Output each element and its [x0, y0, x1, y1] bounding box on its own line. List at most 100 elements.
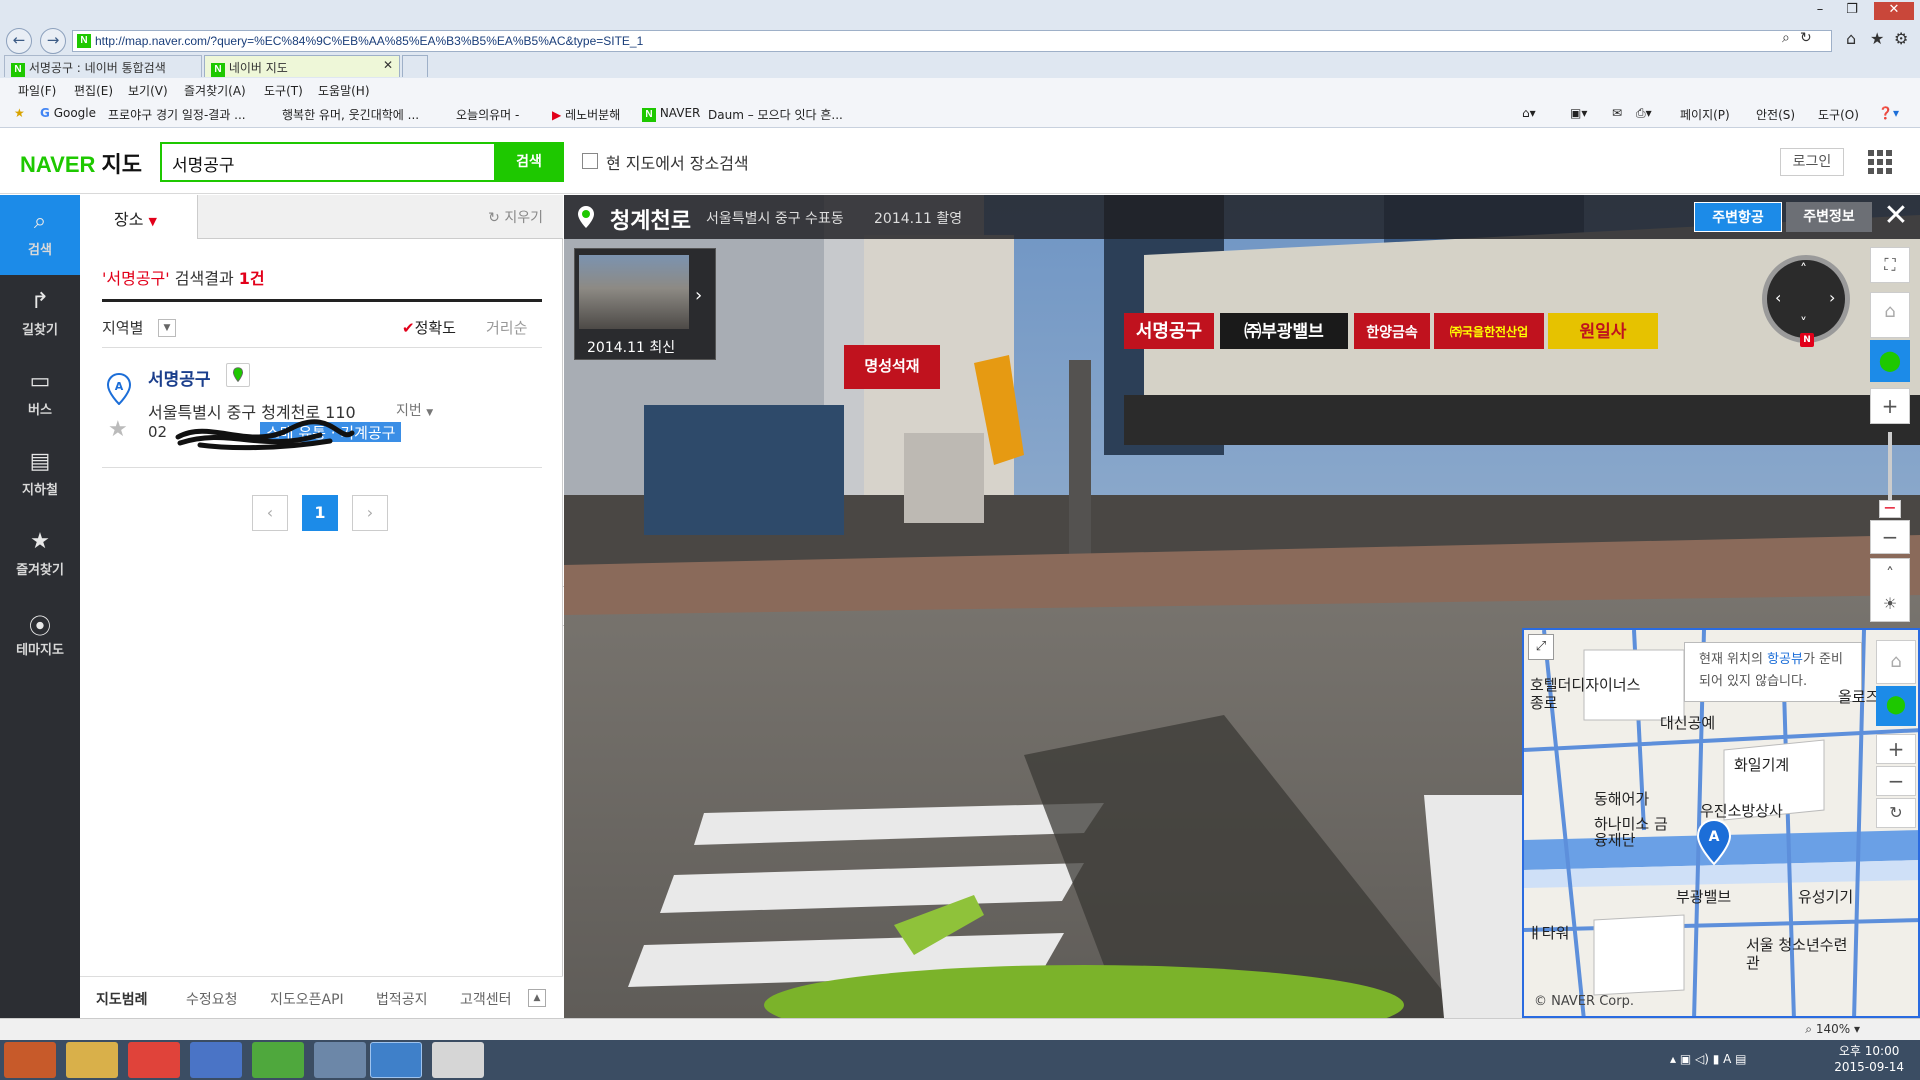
- minimap-sync-icon[interactable]: ↻: [1876, 798, 1916, 828]
- fav-todayhumor[interactable]: 오늘의유머 -: [456, 106, 519, 123]
- footer-expand-icon[interactable]: ▲: [528, 989, 546, 1007]
- close-panorama-icon[interactable]: ✕: [1878, 199, 1914, 235]
- footer-edit-request[interactable]: 수정요청: [186, 989, 238, 1009]
- result-marker-a-icon[interactable]: A: [106, 373, 132, 405]
- tray-icons[interactable]: ▴ ▣ ◁) ▮ A ▤: [1670, 1052, 1747, 1066]
- pan-right-icon[interactable]: ›: [1829, 288, 1835, 307]
- mail-icon[interactable]: ✉: [1612, 106, 1622, 120]
- minimap-zoom-in-icon[interactable]: +: [1876, 734, 1916, 764]
- internet-explorer-icon[interactable]: [370, 1042, 422, 1078]
- tab-naver-map[interactable]: N 네이버 지도 ✕: [204, 55, 400, 77]
- aerial-mode-icon[interactable]: ⌂: [1870, 292, 1910, 338]
- cmd-page[interactable]: 페이지(P): [1680, 106, 1730, 123]
- home-cmd-icon[interactable]: ⌂▾: [1522, 106, 1536, 120]
- minimize-button[interactable]: –: [1806, 2, 1834, 20]
- panorama-history-thumbnail[interactable]: 2014.11 최신 ›: [574, 248, 716, 360]
- fav-google[interactable]: G Google: [40, 106, 96, 120]
- address-bar[interactable]: N http://map.naver.com/?query=%EC%84%9C%…: [72, 30, 1832, 52]
- chevron-right-icon[interactable]: ›: [695, 285, 702, 306]
- start-button-icon[interactable]: [4, 1042, 56, 1078]
- fav-humor[interactable]: 행복한 유머, 웃긴대학에 ...: [282, 106, 419, 123]
- home-icon[interactable]: ⌂: [1846, 29, 1856, 48]
- print-icon[interactable]: ⎙▾: [1636, 106, 1652, 121]
- back-button[interactable]: ←: [6, 28, 32, 54]
- search-in-map-checkbox[interactable]: [582, 153, 598, 169]
- fav-baseball[interactable]: 프로야구 경기 일정-결과 ...: [108, 106, 246, 123]
- minimap-zoom-out-icon[interactable]: −: [1876, 766, 1916, 796]
- nav-favorites[interactable]: ★ 즐겨찾기: [0, 515, 80, 595]
- refresh-icon[interactable]: ↻: [1800, 30, 1812, 46]
- fav-daum[interactable]: Daum – 모으다 잇다 흔...: [708, 106, 843, 123]
- note-aerial-link[interactable]: 항공뷰: [1767, 652, 1803, 667]
- search-input[interactable]: 서명공구: [160, 142, 494, 182]
- pan-up-icon[interactable]: ˄: [1800, 262, 1807, 278]
- search-button[interactable]: 검색: [494, 142, 564, 182]
- fullscreen-icon[interactable]: ⛶: [1870, 247, 1910, 283]
- restore-button[interactable]: ❐: [1838, 2, 1866, 20]
- tab-search-results[interactable]: N 서명공구 : 네이버 통합검색: [4, 55, 202, 77]
- page-1-button[interactable]: 1: [302, 495, 338, 531]
- nav-bus[interactable]: ▭ 버스: [0, 355, 80, 435]
- menu-view[interactable]: 보기(V): [128, 82, 168, 99]
- app-icon[interactable]: [432, 1042, 484, 1078]
- minimap-expand-icon[interactable]: ⤢: [1528, 634, 1554, 660]
- apps-grid-icon[interactable]: [1868, 150, 1892, 174]
- view-direction-compass[interactable]: ˄ ˅ ‹ ›: [1762, 255, 1850, 343]
- minimap[interactable]: ⤢ 현재 위치의 항공뷰가 준비되어 있지 않습니다. 호텔더디자이너스 종로 …: [1522, 628, 1920, 1018]
- close-tab-icon[interactable]: ✕: [383, 58, 393, 72]
- menu-favorites[interactable]: 즐겨찾기(A): [184, 82, 246, 99]
- fav-lenovo[interactable]: ▶ 레노버분해: [552, 106, 620, 123]
- sort-accuracy[interactable]: ✔정확도: [402, 317, 456, 338]
- login-button[interactable]: 로그인: [1780, 148, 1844, 176]
- favorites-bar-star-icon[interactable]: ★: [14, 106, 25, 120]
- app-icon[interactable]: [314, 1042, 366, 1078]
- zoom-out-icon[interactable]: −: [1870, 520, 1910, 554]
- nav-subway[interactable]: ▤ 지하철: [0, 435, 80, 515]
- forward-button[interactable]: →: [40, 28, 66, 54]
- pan-down-icon[interactable]: ˅: [1800, 316, 1807, 332]
- street-view-badge-icon[interactable]: [226, 363, 250, 387]
- app-icon[interactable]: [128, 1042, 180, 1078]
- cmd-safety[interactable]: 안전(S): [1756, 106, 1795, 123]
- menu-file[interactable]: 파일(F): [18, 82, 56, 99]
- sort-distance[interactable]: 거리순: [486, 317, 527, 338]
- zoom-handle[interactable]: −: [1879, 500, 1901, 518]
- place-name-link[interactable]: 서명공구: [148, 365, 211, 390]
- pan-left-icon[interactable]: ‹: [1775, 288, 1781, 307]
- menu-edit[interactable]: 편집(E): [74, 82, 113, 99]
- footer-open-api[interactable]: 지도오픈API: [270, 989, 344, 1009]
- jibun-toggle[interactable]: 지번 ▼: [396, 400, 433, 420]
- save-favorite-star-icon[interactable]: ★: [108, 417, 128, 442]
- window-close-button[interactable]: ✕: [1874, 2, 1914, 20]
- menu-help[interactable]: 도움말(H): [318, 82, 370, 99]
- minimap-aerial-icon[interactable]: ⌂: [1876, 640, 1916, 684]
- fav-naver[interactable]: N NAVER: [642, 106, 700, 122]
- naver-map-logo[interactable]: NAVER 지도: [20, 147, 142, 179]
- help-icon[interactable]: ❓▾: [1878, 106, 1899, 120]
- nearby-aerial-button[interactable]: 주변항공: [1694, 202, 1782, 232]
- nav-theme-map[interactable]: ⦿ 테마지도: [0, 595, 80, 675]
- file-explorer-icon[interactable]: [66, 1042, 118, 1078]
- new-tab-button[interactable]: [402, 55, 428, 77]
- clock[interactable]: 오후 10:00 2015-09-14: [1834, 1043, 1904, 1075]
- street-view-mode-icon[interactable]: ⬤: [1870, 340, 1910, 382]
- brightness-tool-icon[interactable]: ˄ ☀: [1870, 558, 1910, 622]
- app-icon[interactable]: [190, 1042, 242, 1078]
- footer-legend[interactable]: 지도범례: [96, 989, 148, 1009]
- favorites-star-icon[interactable]: ★: [1870, 29, 1884, 48]
- minimap-streetview-icon[interactable]: ⬤: [1876, 686, 1916, 726]
- region-dropdown-button[interactable]: ▼: [158, 319, 176, 337]
- tab-place[interactable]: 장소 ▼: [80, 195, 198, 239]
- utorrent-icon[interactable]: [252, 1042, 304, 1078]
- zoom-level[interactable]: ⌕ 140% ▾: [1805, 1022, 1860, 1037]
- prev-page-button[interactable]: ‹: [252, 495, 288, 531]
- menu-tools[interactable]: 도구(T): [264, 82, 303, 99]
- footer-support[interactable]: 고객센터: [460, 989, 512, 1009]
- zoom-slider[interactable]: [1888, 432, 1892, 504]
- nav-search[interactable]: ⌕ 검색: [0, 195, 80, 275]
- search-icon[interactable]: ⌕: [1782, 30, 1790, 46]
- next-page-button[interactable]: ›: [352, 495, 388, 531]
- cmd-tools[interactable]: 도구(O): [1818, 106, 1859, 123]
- settings-gear-icon[interactable]: ⚙: [1894, 29, 1908, 48]
- zoom-in-icon[interactable]: +: [1870, 388, 1910, 424]
